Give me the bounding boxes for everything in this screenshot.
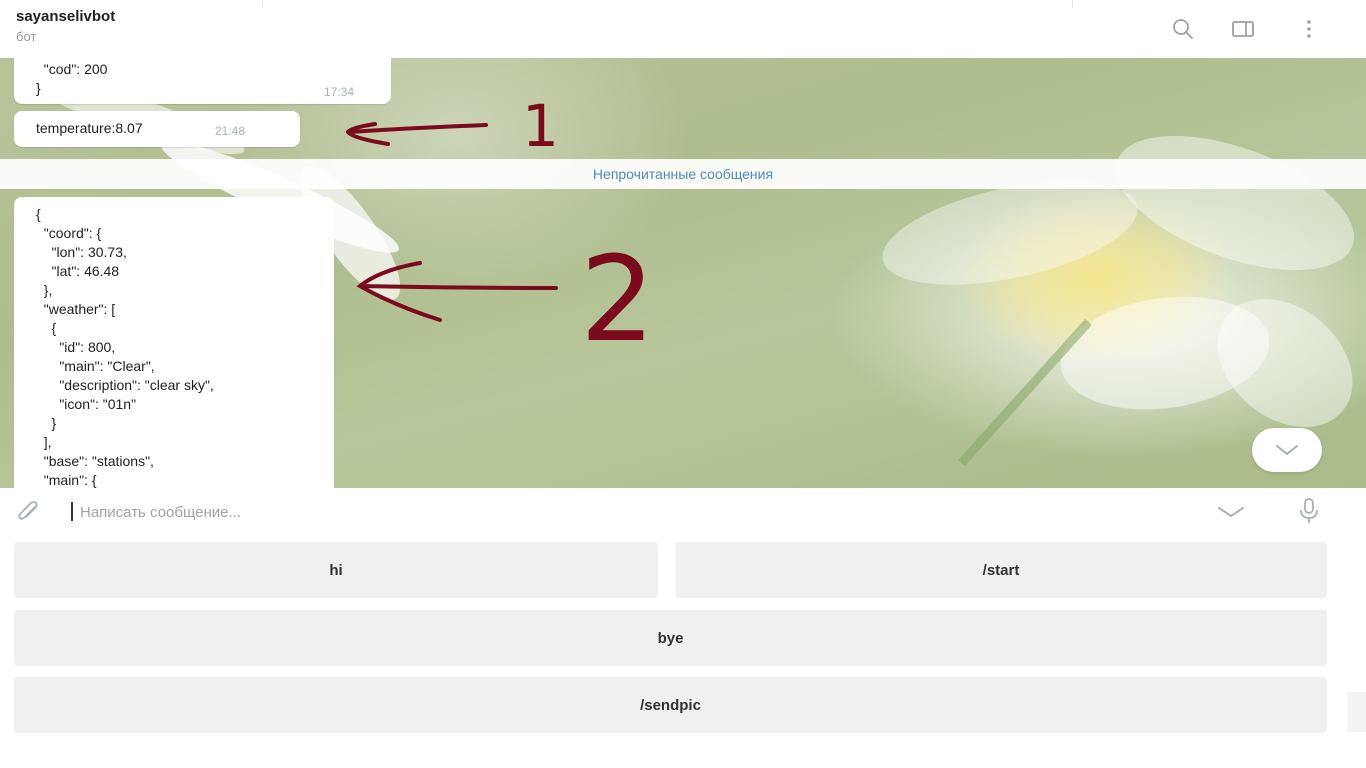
annotation-arrow-1 bbox=[345, 122, 488, 146]
annotation-label-1: 1 bbox=[522, 92, 559, 160]
message-time: 17:34 bbox=[324, 85, 355, 99]
message-text: temperature:8.07 bbox=[36, 120, 143, 136]
more-vertical-icon[interactable] bbox=[1296, 16, 1322, 42]
chat-status: бот bbox=[16, 29, 37, 44]
message-text: "cod": 200 } bbox=[36, 61, 108, 96]
scrollbar-track[interactable] bbox=[1347, 692, 1366, 732]
chat-history[interactable]: "cod": 200 } 17:34 temperature:8.07 21:4… bbox=[0, 58, 1366, 488]
wallpaper-stem bbox=[958, 318, 1092, 467]
keyboard-button-sendpic[interactable]: /sendpic bbox=[14, 677, 1327, 733]
unread-messages-divider: Непрочитанные сообщения bbox=[0, 159, 1366, 189]
keyboard-toggle-button[interactable] bbox=[1214, 500, 1248, 524]
message-time: 21:48 bbox=[215, 124, 246, 138]
wallpaper-petal bbox=[1098, 108, 1366, 298]
header-divider bbox=[1072, 0, 1073, 8]
chevron-down-icon bbox=[1218, 507, 1244, 518]
message-text: { "coord": { "lon": 30.73, "lat": 46.48 … bbox=[36, 206, 214, 488]
search-icon[interactable] bbox=[1170, 16, 1196, 42]
microphone-icon[interactable] bbox=[1295, 496, 1323, 526]
keyboard-button-start[interactable]: /start bbox=[675, 542, 1327, 598]
message-bubble[interactable]: { "coord": { "lon": 30.73, "lat": 46.48 … bbox=[14, 197, 334, 488]
message-bubble[interactable]: temperature:8.07 21:48 bbox=[14, 111, 300, 147]
compose-bar bbox=[0, 488, 1366, 534]
annotation-label-2: 2 bbox=[580, 230, 655, 368]
chevron-down-icon bbox=[1276, 445, 1298, 456]
text-caret bbox=[71, 502, 73, 521]
message-input[interactable] bbox=[78, 497, 1182, 527]
message-bubble[interactable]: "cod": 200 } 17:34 bbox=[14, 58, 391, 104]
header-divider bbox=[262, 0, 263, 8]
keyboard-button-hi[interactable]: hi bbox=[14, 542, 658, 598]
keyboard-button-bye[interactable]: bye bbox=[14, 610, 1327, 666]
chat-title[interactable]: sayanselivbot bbox=[16, 8, 115, 25]
paperclip-icon[interactable] bbox=[14, 498, 42, 526]
unread-messages-label: Непрочитанные сообщения bbox=[592, 166, 774, 182]
side-panel-icon[interactable] bbox=[1230, 16, 1256, 42]
scroll-down-button[interactable] bbox=[1252, 428, 1322, 472]
chat-header: sayanselivbot бот bbox=[0, 0, 1366, 59]
